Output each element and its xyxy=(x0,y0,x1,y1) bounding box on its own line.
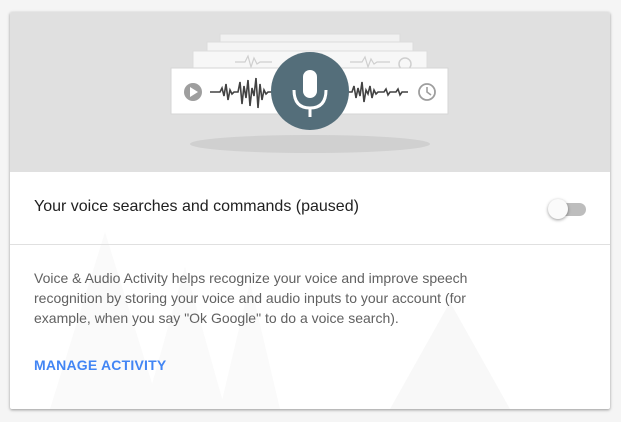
microphone-icon xyxy=(271,52,349,130)
hero-illustration xyxy=(10,12,610,172)
play-icon xyxy=(184,83,202,101)
voice-audio-activity-card: Your voice searches and commands (paused… xyxy=(10,12,610,409)
toggle-thumb xyxy=(548,199,568,219)
voice-setting-label: Your voice searches and commands (paused… xyxy=(34,198,359,215)
manage-activity-link[interactable]: MANAGE ACTIVITY xyxy=(34,357,166,373)
voice-setting-row: Your voice searches and commands (paused… xyxy=(10,172,610,245)
voice-activity-toggle[interactable] xyxy=(548,198,588,220)
activity-description: Voice & Audio Activity helps recognize y… xyxy=(34,270,468,326)
voice-illustration xyxy=(170,33,449,153)
